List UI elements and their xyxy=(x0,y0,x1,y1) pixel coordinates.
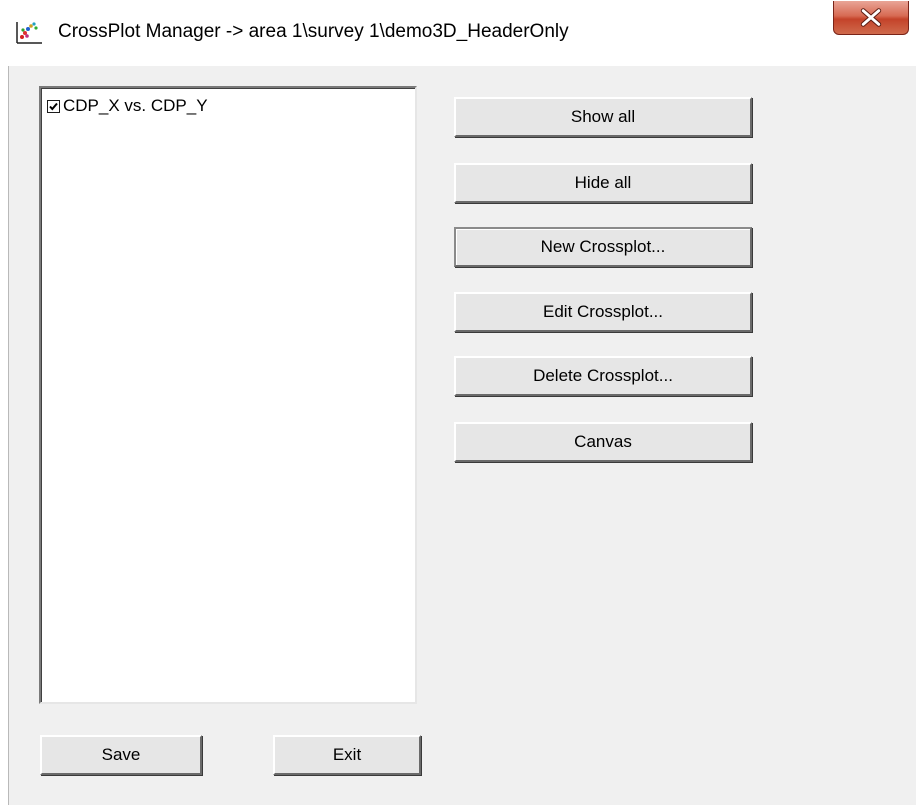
exit-button[interactable]: Exit xyxy=(273,735,421,775)
crossplot-label: CDP_X vs. CDP_Y xyxy=(63,96,208,115)
title-bar: CrossPlot Manager -> area 1\survey 1\dem… xyxy=(0,0,916,66)
delete-crossplot-button[interactable]: Delete Crossplot... xyxy=(454,356,752,396)
crossplot-app-icon xyxy=(14,20,44,46)
edit-crossplot-button[interactable]: Edit Crossplot... xyxy=(454,292,752,332)
close-button[interactable] xyxy=(833,1,909,35)
new-crossplot-button[interactable]: New Crossplot... xyxy=(454,227,752,267)
canvas-button[interactable]: Canvas xyxy=(454,422,752,462)
list-item[interactable]: CDP_X vs. CDP_Y xyxy=(47,95,208,117)
show-all-button[interactable]: Show all xyxy=(454,97,752,137)
window-title: CrossPlot Manager -> area 1\survey 1\dem… xyxy=(58,21,569,42)
crossplot-checkbox[interactable] xyxy=(47,99,60,113)
close-x-icon xyxy=(860,8,882,27)
dialog-client-area: CDP_X vs. CDP_Y Show all Hide all New Cr… xyxy=(8,66,916,805)
checkmark-icon xyxy=(49,102,58,111)
save-button[interactable]: Save xyxy=(40,735,202,775)
crossplot-list[interactable]: CDP_X vs. CDP_Y xyxy=(39,86,417,704)
hide-all-button[interactable]: Hide all xyxy=(454,163,752,203)
